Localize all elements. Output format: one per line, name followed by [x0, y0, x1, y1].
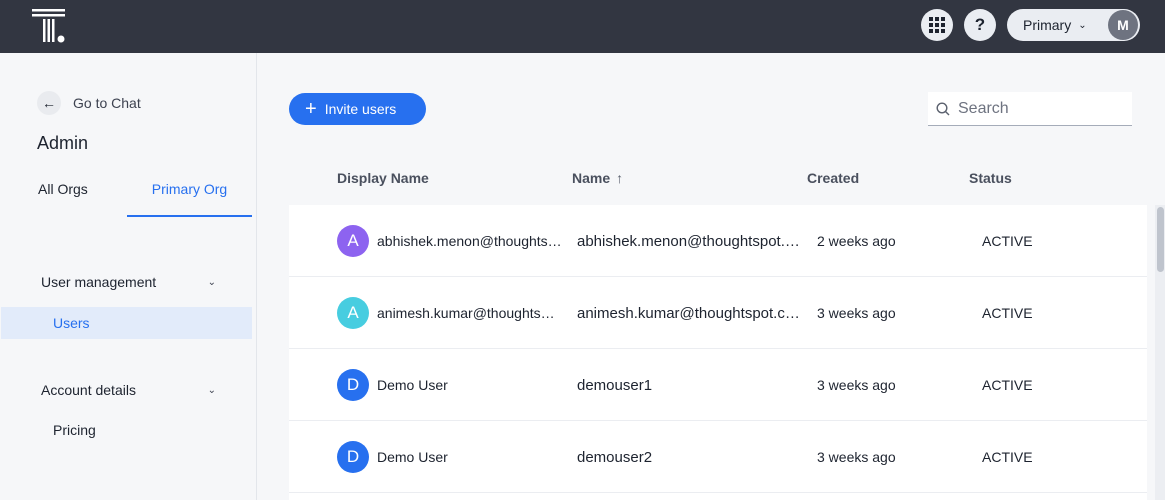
- table-scrollbar[interactable]: [1155, 205, 1165, 500]
- arrow-left-icon: ←: [37, 91, 61, 115]
- top-nav-bar: ? Primary ⌄ M: [0, 0, 1165, 53]
- user-avatar: A: [337, 225, 369, 257]
- table-row[interactable]: A abhishek.menon@thoughtspot.com abhishe…: [289, 205, 1147, 277]
- sidebar-item-users[interactable]: Users: [1, 307, 252, 339]
- display-name: abhishek.menon@thoughtspot.com: [377, 233, 562, 249]
- created-cell: 3 weeks ago: [817, 449, 896, 465]
- org-switcher[interactable]: Primary ⌄ M: [1007, 9, 1140, 41]
- invite-users-button[interactable]: + Invite users: [289, 93, 426, 125]
- section-account-details[interactable]: Account details ⌄: [41, 382, 216, 398]
- sidebar-item-pricing[interactable]: Pricing: [1, 414, 252, 446]
- org-tabs: All Orgs Primary Org: [0, 181, 252, 217]
- help-button[interactable]: ?: [964, 9, 996, 41]
- help-icon: ?: [974, 15, 986, 34]
- column-header-status[interactable]: Status: [969, 170, 1012, 186]
- chevron-down-icon: ⌄: [207, 384, 216, 396]
- name-cell: abhishek.menon@thoughtspot.com: [577, 205, 802, 277]
- status-cell: ACTIVE: [982, 449, 1033, 465]
- display-name-cell: D Demo User: [337, 349, 448, 421]
- display-name: animesh.kumar@thoughtspot.com: [377, 305, 562, 321]
- user-name: animesh.kumar@thoughtspot.com: [577, 304, 802, 322]
- column-header-name[interactable]: Name ↑: [572, 170, 623, 186]
- sidebar: ← Go to Chat Admin All Orgs Primary Org …: [0, 53, 257, 500]
- search-box: [928, 92, 1132, 126]
- go-to-chat-link[interactable]: ← Go to Chat: [37, 91, 141, 115]
- column-header-created[interactable]: Created: [807, 170, 859, 186]
- invite-users-label: Invite users: [324, 101, 397, 117]
- go-to-chat-label: Go to Chat: [73, 95, 141, 111]
- tab-primary-org[interactable]: Primary Org: [127, 181, 252, 217]
- column-header-name-label: Name: [572, 170, 611, 186]
- created-cell: 3 weeks ago: [817, 305, 896, 321]
- sort-ascending-icon: ↑: [616, 170, 624, 186]
- user-avatar: D: [337, 369, 369, 401]
- display-name-cell: A abhishek.menon@thoughtspot.com: [337, 205, 562, 277]
- created-cell: 2 weeks ago: [817, 233, 896, 249]
- grid-icon: [929, 17, 945, 33]
- display-name: Demo User: [377, 377, 448, 393]
- user-avatar: D: [337, 441, 369, 473]
- chevron-down-icon: ⌄: [207, 276, 216, 288]
- created-cell: 3 weeks ago: [817, 377, 896, 393]
- table-header: Display Name Name ↑ Created Status: [289, 170, 1147, 190]
- user-name: abhishek.menon@thoughtspot.com: [577, 232, 802, 250]
- status-cell: ACTIVE: [982, 377, 1033, 393]
- users-table: A abhishek.menon@thoughtspot.com abhishe…: [289, 205, 1147, 500]
- user-name: demouser1: [577, 376, 653, 394]
- user-avatar[interactable]: M: [1108, 10, 1138, 40]
- section-label: Account details: [41, 382, 136, 398]
- search-input[interactable]: [958, 99, 1118, 118]
- plus-icon: +: [305, 98, 317, 120]
- sidebar-title: Admin: [37, 133, 89, 153]
- chevron-down-icon: ⌄: [1078, 19, 1087, 31]
- table-row[interactable]: D Demo User demouser2 3 weeks ago ACTIVE: [289, 421, 1147, 493]
- section-label: User management: [41, 274, 157, 290]
- display-name-cell: D Demo User: [337, 421, 448, 493]
- display-name: Demo User: [377, 449, 448, 465]
- tab-all-orgs[interactable]: All Orgs: [38, 181, 88, 217]
- thoughtspot-logo[interactable]: [32, 9, 68, 45]
- user-avatar: A: [337, 297, 369, 329]
- table-row[interactable]: D Demo User demouser1 3 weeks ago ACTIVE: [289, 349, 1147, 421]
- search-icon: [936, 101, 950, 115]
- name-cell: demouser1: [577, 349, 652, 421]
- apps-grid-button[interactable]: [921, 9, 953, 41]
- status-cell: ACTIVE: [982, 305, 1033, 321]
- name-cell: demouser2: [577, 421, 652, 493]
- status-cell: ACTIVE: [982, 233, 1033, 249]
- display-name-cell: A animesh.kumar@thoughtspot.com: [337, 277, 562, 349]
- name-cell: animesh.kumar@thoughtspot.com: [577, 277, 802, 349]
- org-switcher-label: Primary: [1023, 17, 1072, 33]
- section-user-management[interactable]: User management ⌄: [41, 274, 216, 290]
- scrollbar-thumb[interactable]: [1157, 207, 1164, 272]
- user-name: demouser2: [577, 448, 653, 466]
- table-row[interactable]: A animesh.kumar@thoughtspot.com animesh.…: [289, 277, 1147, 349]
- column-header-display-name[interactable]: Display Name: [337, 170, 429, 186]
